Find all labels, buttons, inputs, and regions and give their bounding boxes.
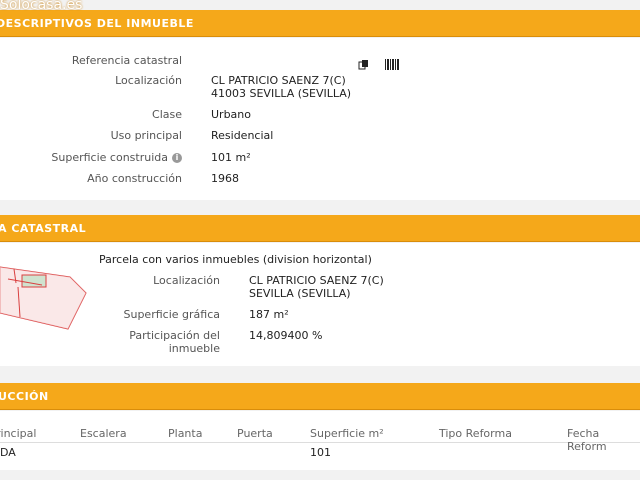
value-clase: Urbano [211, 108, 251, 121]
label-participacion-line2: inmueble [168, 342, 220, 355]
col-header-planta: Planta [168, 427, 203, 440]
watermark-logo: Solocasa.es [0, 0, 83, 13]
section-title: DESCRIPTIVOS DEL INMUEBLE [0, 17, 194, 30]
col-header-superficie: Superficie m² [310, 427, 384, 440]
value-localizacion-line1: CL PATRICIO SAENZ 7(C) [211, 74, 346, 87]
label-uso-principal: Uso principal [110, 129, 182, 142]
col-header-puerta: Puerta [237, 427, 273, 440]
value-localizacion-line2: 41003 SEVILLA (SEVILLA) [211, 87, 352, 100]
panel-construccion [0, 411, 640, 470]
parcel-map[interactable] [0, 265, 90, 335]
label-ano-construccion: Año construcción [87, 172, 182, 185]
cell-superficie: 101 [310, 446, 331, 459]
barcode-icon[interactable] [385, 55, 399, 70]
copy-icon[interactable] [358, 55, 370, 70]
table-divider [0, 442, 640, 443]
info-icon[interactable]: i [172, 153, 182, 163]
section-title: UCCIÓN [0, 390, 49, 403]
value-participacion: 14,809400 % [249, 329, 323, 342]
label-localizacion-2: Localización [153, 274, 220, 287]
value-superficie-construida: 101 m² [211, 151, 251, 164]
section-header-descriptivos: DESCRIPTIVOS DEL INMUEBLE [0, 10, 640, 37]
label-localizacion: Localización [115, 74, 182, 87]
label-referencia-catastral: Referencia catastral [71, 54, 182, 67]
label-participacion-line1: Participación del [129, 329, 220, 342]
label-superficie-construida-text: Superficie construida [51, 151, 168, 164]
col-header-principal: rincipal [0, 427, 37, 440]
cell-principal: DA [0, 446, 16, 459]
value-uso-principal: Residencial [211, 129, 274, 142]
value-localizacion-2-line1: CL PATRICIO SAENZ 7(C) [249, 274, 384, 287]
parcel-subtitle: Parcela con varios inmuebles (division h… [99, 253, 372, 266]
value-ano-construccion: 1968 [211, 172, 239, 185]
col-header-fecha-reforma: Fecha Reform [567, 427, 607, 453]
section-title: A CATASTRAL [0, 222, 87, 235]
label-superficie-construida: Superficie construida i [51, 151, 182, 165]
section-header-construccion: UCCIÓN [0, 383, 640, 410]
label-superficie-grafica: Superficie gráfica [123, 308, 221, 321]
label-clase: Clase [152, 108, 182, 121]
value-superficie-grafica: 187 m² [249, 308, 289, 321]
col-header-escalera: Escalera [80, 427, 127, 440]
value-localizacion-2-line2: SEVILLA (SEVILLA) [249, 287, 351, 300]
col-header-tipo-reforma: Tipo Reforma [439, 427, 512, 440]
section-header-catastral: A CATASTRAL [0, 215, 640, 242]
